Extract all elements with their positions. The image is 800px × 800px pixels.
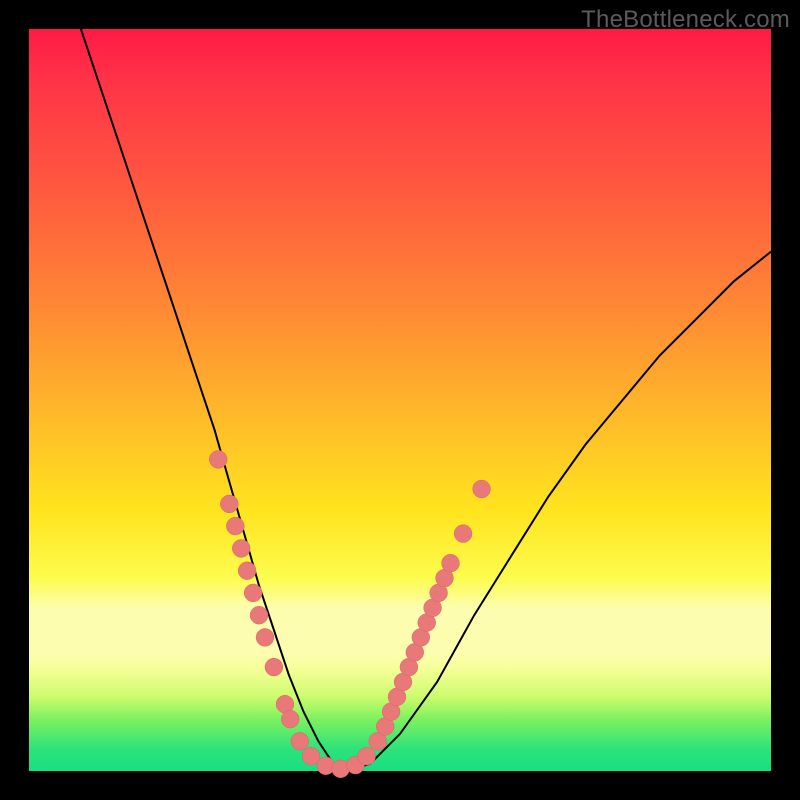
curve-dot xyxy=(209,451,227,469)
curve-dot xyxy=(232,540,250,558)
curve-dot xyxy=(291,732,309,750)
curve-dot xyxy=(244,584,262,602)
curve-dots xyxy=(209,451,490,778)
bottleneck-curve xyxy=(81,29,771,771)
chart-frame: TheBottleneck.com xyxy=(0,0,800,800)
curve-dot xyxy=(454,525,472,543)
curve-dot xyxy=(238,562,256,580)
curve-dot xyxy=(226,517,244,535)
curve-dot xyxy=(250,606,268,624)
curve-dot xyxy=(302,747,320,765)
curve-dot xyxy=(281,710,299,728)
curve-dot xyxy=(265,658,283,676)
curve-dot xyxy=(358,747,376,765)
chart-plot-area xyxy=(29,29,771,771)
chart-svg xyxy=(29,29,771,771)
curve-dot xyxy=(256,629,274,647)
curve-dot xyxy=(473,480,491,498)
watermark-label: TheBottleneck.com xyxy=(581,6,790,34)
curve-dot xyxy=(442,554,460,572)
curve-dot xyxy=(220,495,238,513)
